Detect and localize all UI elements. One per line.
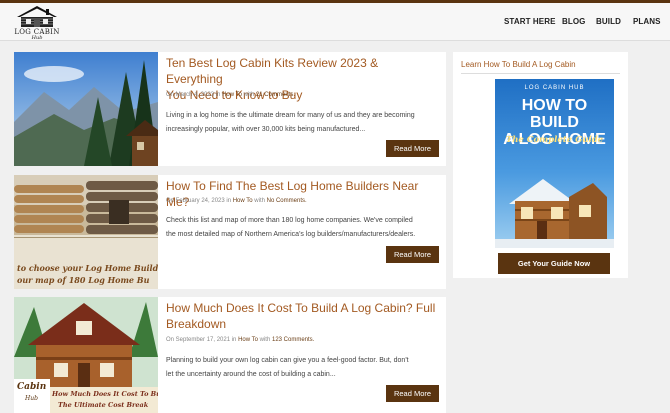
post-card-1: Ten Best Log Cabin Kits Review 2023 & Ev… (14, 52, 446, 166)
post-thumbnail-1[interactable] (14, 52, 158, 166)
post-excerpt-2: Check this list and map of more than 180… (166, 214, 442, 242)
read-more-button-1[interactable]: Read More (386, 140, 439, 157)
post-title-2[interactable]: How To Find The Best Log Home Builders N… (166, 178, 438, 210)
ebook-title-line-1: HOW TO BUILD (521, 97, 588, 131)
post-title-3-line-1: How Much Does It Cost To Build A Log Cab… (166, 301, 436, 315)
get-guide-button[interactable]: Get Your Guide Now (498, 253, 610, 274)
mountain-cabin-photo (14, 52, 158, 166)
post-excerpt-1-line-1: Living in a log home is the ultimate dre… (166, 112, 415, 119)
post-comments-3[interactable]: 123 Comments. (272, 337, 314, 343)
read-more-button-3[interactable]: Read More (386, 385, 439, 402)
post-thumbnail-3[interactable]: Cabin Hub How Much Does It Cost To Build… (14, 297, 158, 413)
post-meta-1: On March 4, 2023 in How To with 21 Comme… (166, 92, 295, 98)
post-comments-1[interactable]: 21 Comments. (256, 92, 295, 98)
post-excerpt-1-line-2: increasingly popular, with over 30,000 k… (166, 126, 366, 133)
post-card-3: Cabin Hub How Much Does It Cost To Build… (14, 297, 446, 413)
sidebar-divider (461, 73, 620, 74)
post-thumbnail-2[interactable]: to choose your Log Home Builde our map o… (14, 175, 158, 289)
post-title-3[interactable]: How Much Does It Cost To Build A Log Cab… (166, 300, 438, 332)
post-comments-2[interactable]: No Comments. (267, 198, 307, 204)
ebook-cover[interactable]: LOG CABIN HUB HOW TO BUILD A LOG HOME Th… (495, 79, 614, 248)
post-title-2-line-1: How To Find The Best Log Home Builders N… (166, 179, 419, 209)
ebook-brand: LOG CABIN HUB (524, 85, 585, 91)
sidebar-widget: Learn How To Build A Log Cabin LOG CABIN… (453, 52, 628, 278)
post-excerpt-2-line-1: Check this list and map of more than 180… (166, 217, 413, 224)
post-excerpt-2-line-2: the most detailed map of Northern Americ… (166, 231, 416, 238)
post-with-2: with (254, 198, 265, 204)
logo-script: Hub (31, 35, 43, 41)
post-excerpt-1: Living in a log home is the ultimate dre… (166, 109, 442, 137)
thumbnail-3-badge-script: Hub (25, 395, 38, 402)
post-date-1: On March 4, 2023 in (166, 92, 221, 98)
post-meta-2: On February 24, 2023 in How To with No C… (166, 198, 307, 204)
thumbnail-3-text-line-2: The Ultimate Cost Break (58, 401, 149, 409)
post-with-3: with (259, 337, 271, 343)
post-category-2[interactable]: How To (233, 198, 253, 204)
post-with-1: with (243, 92, 255, 98)
post-title-3-line-2: Breakdown (166, 317, 227, 331)
post-excerpt-3: Planning to build your own log cabin can… (166, 354, 442, 382)
thumbnail-3-badge: Cabin Hub (14, 379, 50, 413)
post-date-2: On February 24, 2023 in (166, 198, 232, 204)
log-cabin-logo-icon (17, 6, 57, 27)
thumbnail-2-text-line-1: to choose your Log Home Builde (17, 263, 158, 273)
nav-build[interactable]: BUILD (596, 17, 621, 26)
post-excerpt-3-line-2: let the uncertainty around the cost of b… (166, 371, 336, 378)
nav-start-here[interactable]: START HERE (504, 17, 556, 26)
read-more-button-2[interactable]: Read More (386, 246, 439, 263)
post-meta-3: On September 17, 2021 in How To with 123… (166, 337, 314, 343)
site-logo[interactable]: LOG CABIN Hub (12, 5, 62, 41)
post-title-1-line-1: Ten Best Log Cabin Kits Review 2023 & Ev… (166, 56, 379, 86)
post-excerpt-3-line-1: Planning to build your own log cabin can… (166, 357, 409, 364)
post-category-1[interactable]: How To (222, 92, 242, 98)
ebook-subtitle: The Complete Guide (505, 135, 604, 145)
nav-plans[interactable]: PLANS (633, 17, 661, 26)
site-header: LOG CABIN Hub START HERE BLOG BUILD PLAN… (0, 3, 670, 41)
thumbnail-3-text-line-1: How Much Does It Cost To Build (52, 390, 158, 398)
post-card-2: to choose your Log Home Builde our map o… (14, 175, 446, 289)
post-date-3: On September 17, 2021 in (166, 337, 237, 343)
sidebar-title: Learn How To Build A Log Cabin (461, 60, 576, 69)
nav-blog[interactable]: BLOG (562, 17, 586, 26)
post-category-3[interactable]: How To (238, 337, 258, 343)
thumbnail-3-badge-text: Cabin (17, 382, 47, 392)
thumbnail-2-text-line-2: our map of 180 Log Home Bu (17, 275, 150, 285)
